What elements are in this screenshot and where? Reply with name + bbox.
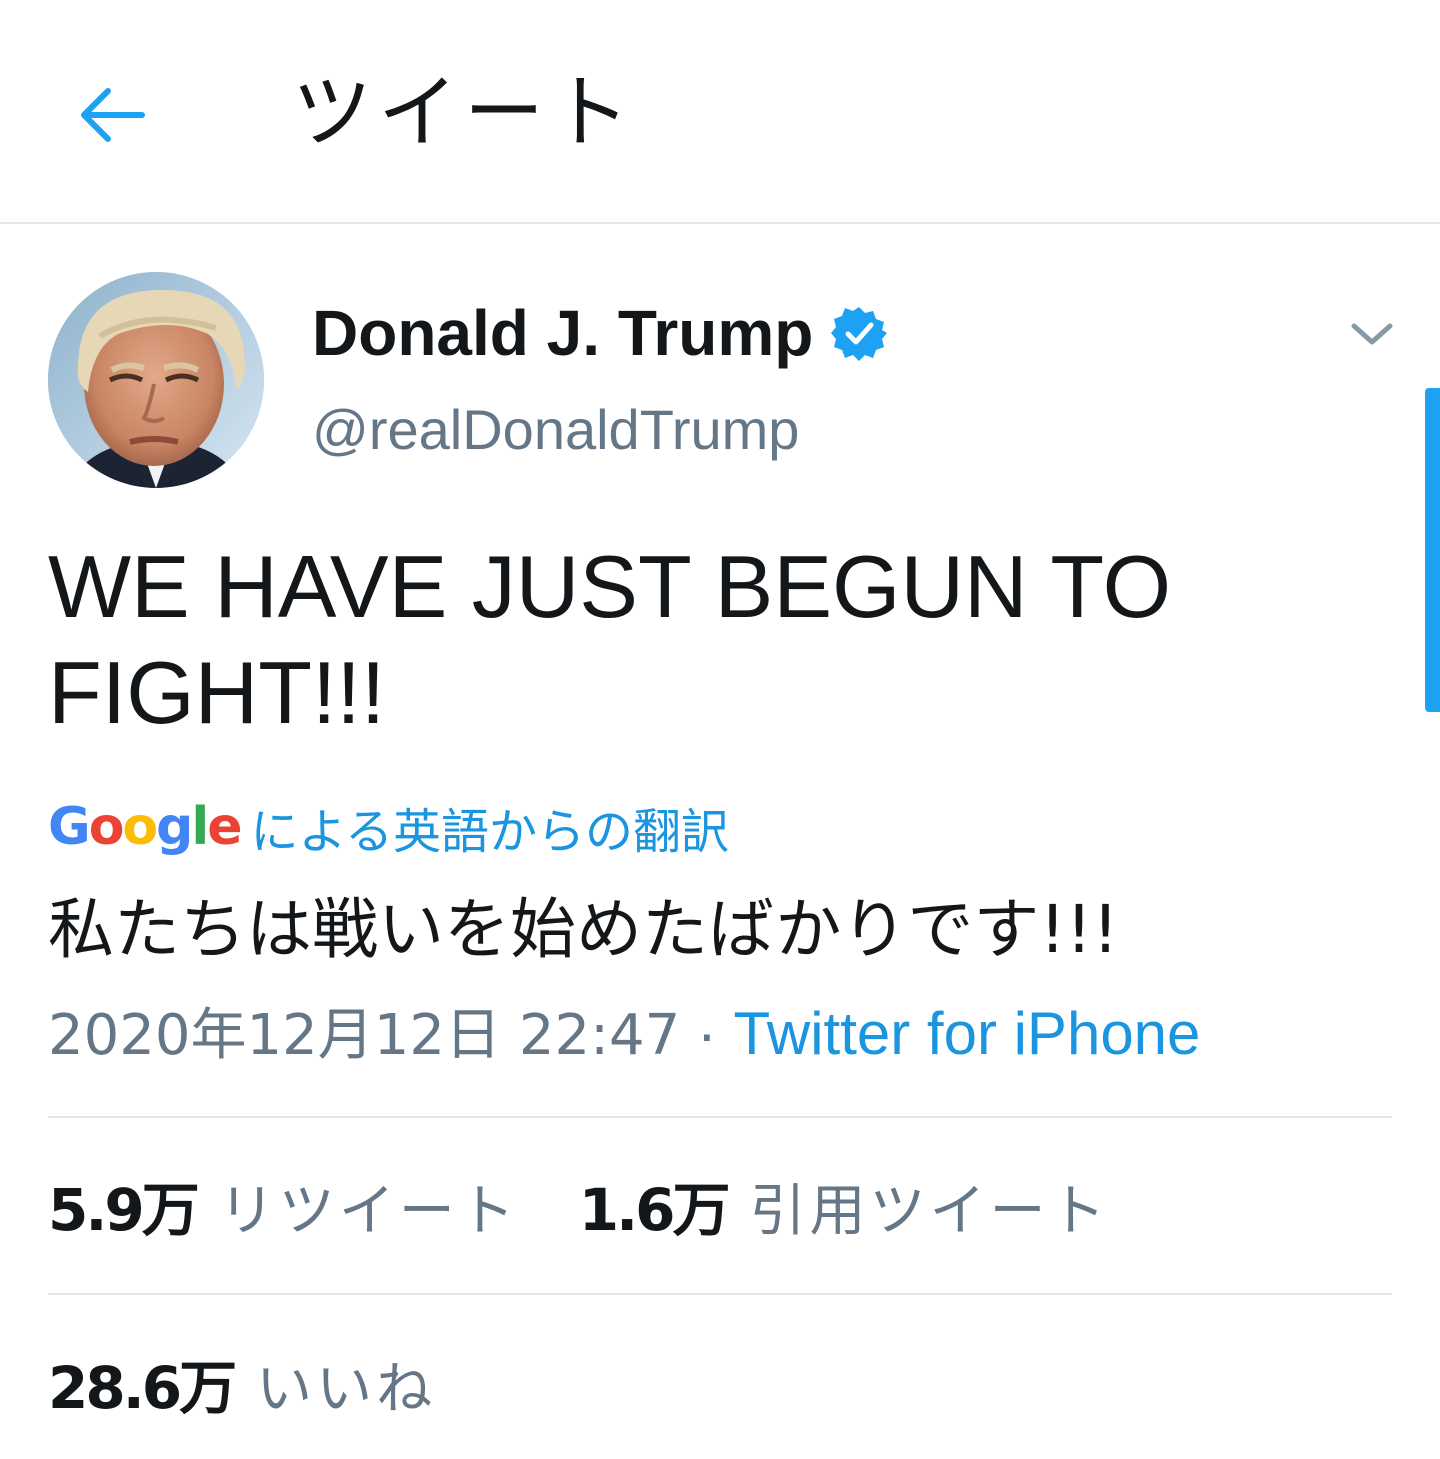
chevron-down-icon [1351,323,1393,345]
retweet-count: 5.9万 [48,1176,200,1244]
quote-label: 引用ツイート [749,1179,1110,1244]
google-logo: Google [48,797,243,857]
likes-stat[interactable]: 28.6万 いいね [48,1341,436,1425]
like-label: いいね [256,1357,437,1422]
divider [48,1116,1392,1118]
retweet-label: リツイート [218,1179,519,1244]
page-title: ツイート [292,66,636,159]
tweet-text-line: FIGHT!!! [48,643,386,742]
avatar[interactable] [48,272,264,488]
author-handle[interactable]: @realDonaldTrump [312,392,799,468]
tweet-source-link[interactable]: Twitter for iPhone [734,1000,1201,1067]
engagement-stats: 5.9万 リツイート 1.6万 引用ツイート [48,1160,1110,1250]
quote-count: 1.6万 [578,1176,731,1244]
scroll-indicator[interactable] [1425,388,1440,712]
arrow-left-icon [81,88,145,142]
likes-stat-row: 28.6万 いいね [48,1338,436,1428]
quotes-stat[interactable]: 1.6万 引用ツイート [579,1163,1110,1247]
tweet-menu-button[interactable] [1340,306,1404,362]
top-bar: ツイート [0,0,1440,224]
profile-photo [48,272,264,488]
translation-attribution[interactable]: Google による英語からの翻訳 [48,792,729,862]
meta-separator: · [696,1000,734,1067]
like-count: 28.6万 [48,1354,237,1422]
tweet-text: WE HAVE JUST BEGUN TO FIGHT!!! [48,534,1378,746]
author-name[interactable]: Donald J. Trump [312,293,888,373]
timestamp[interactable]: 2020年12月12日 22:47 [48,1003,680,1068]
back-button[interactable] [62,70,162,160]
tweet-meta: 2020年12月12日 22:47 · Twitter for iPhone [48,994,1200,1076]
retweets-stat[interactable]: 5.9万 リツイート [48,1163,519,1247]
tweet-text-line: WE HAVE JUST BEGUN TO [48,537,1172,636]
divider [48,1293,1392,1295]
translation-label: による英語からの翻訳 [250,804,730,860]
translated-text: 私たちは戦いを始めたばかりです!!! [48,891,1119,968]
verified-badge-icon [831,307,888,361]
author-name-text: Donald J. Trump [312,297,814,369]
